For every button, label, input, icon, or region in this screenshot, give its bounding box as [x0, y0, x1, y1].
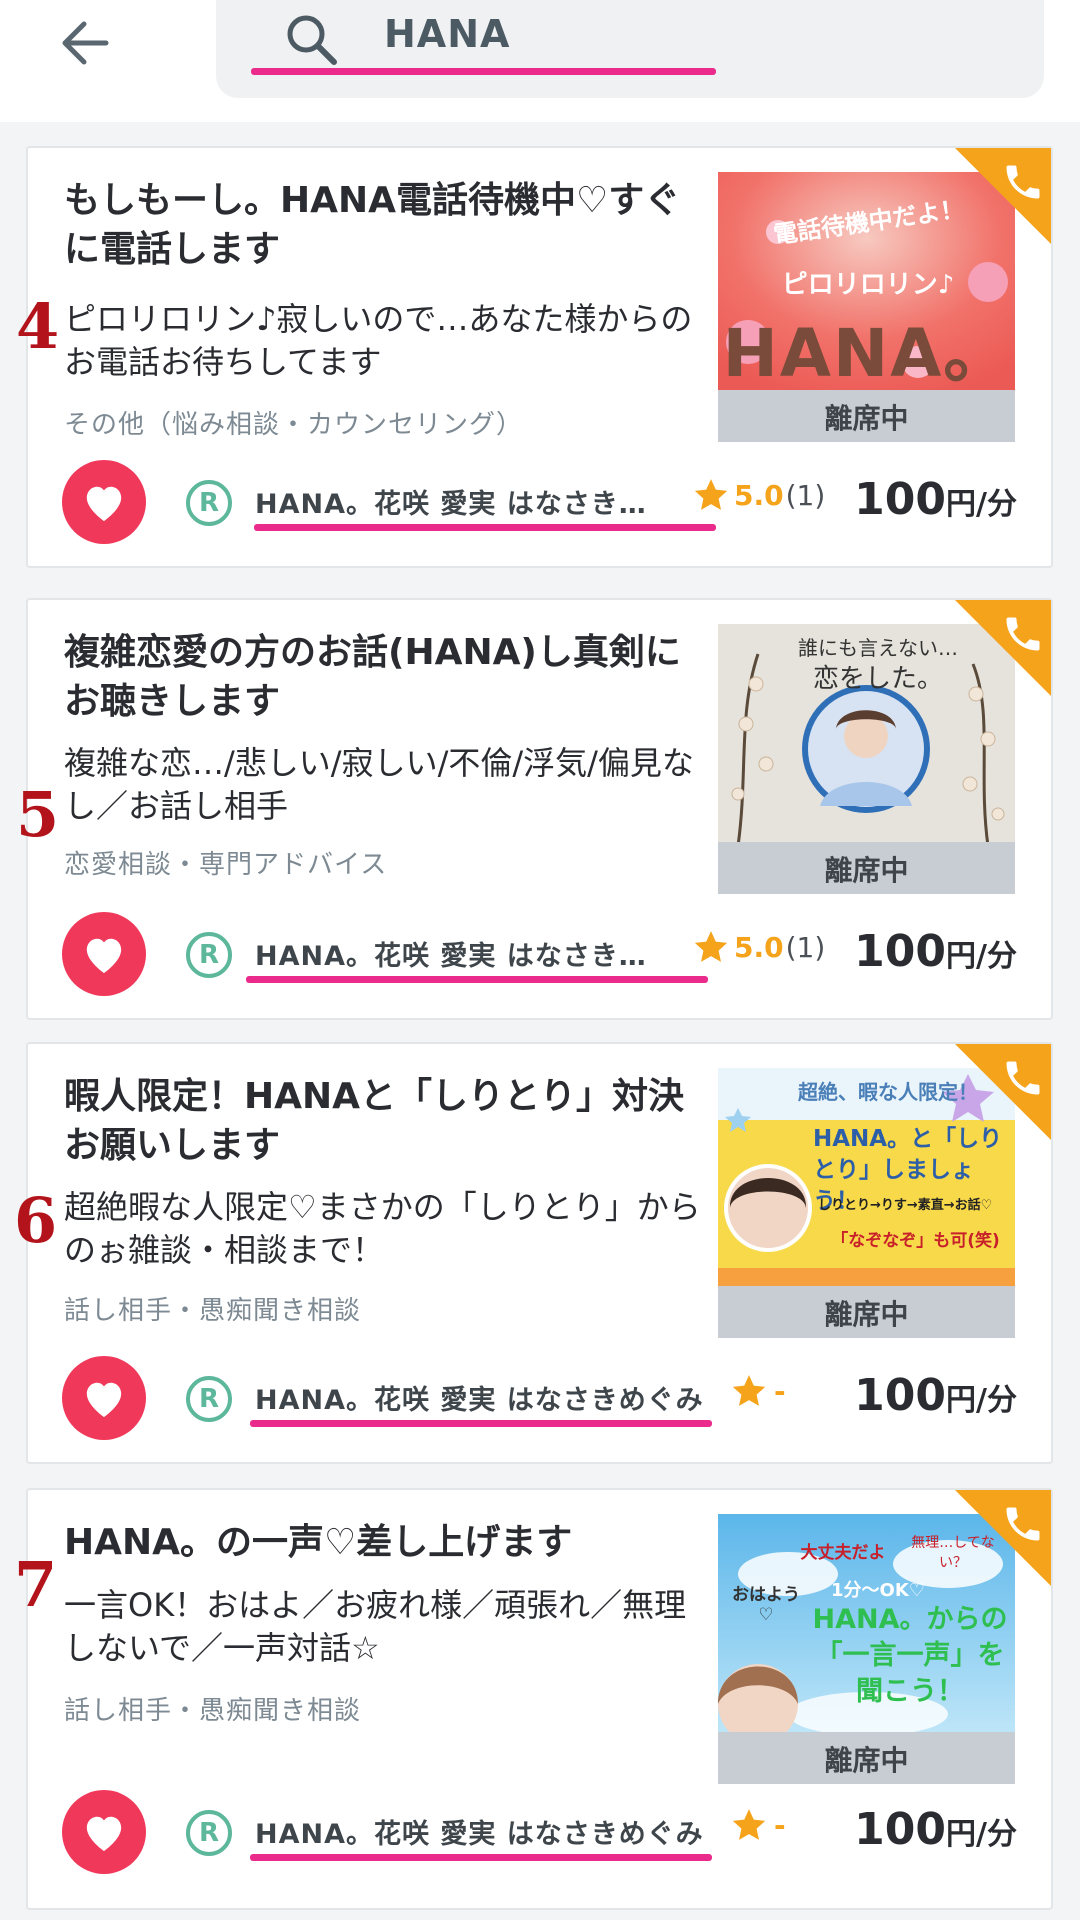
- status-label: 離席中: [718, 390, 1015, 442]
- rank-number: 7: [14, 1548, 58, 1621]
- rating-score: -: [774, 1808, 786, 1842]
- host-name-link[interactable]: HANA。花咲 愛実 はなさき…: [255, 482, 647, 521]
- rating-score: 5.0: [734, 478, 784, 512]
- search-field[interactable]: HANA: [216, 0, 1044, 98]
- heart-icon: [86, 486, 122, 522]
- heart-icon: [86, 938, 122, 974]
- rating-score: 5.0: [734, 930, 784, 964]
- status-label: 離席中: [718, 1732, 1015, 1784]
- search-icon: [287, 15, 337, 65]
- rating-count: (1): [785, 930, 826, 964]
- price: 100円/分: [854, 1370, 1017, 1421]
- host-name-link[interactable]: HANA。花咲 愛実 はなさきめぐみ: [255, 1812, 704, 1851]
- highlight-underline: [250, 1854, 712, 1861]
- listing-card[interactable]: HANA。の一声♡差し上げます 一言OK！おはよ／お疲れ様／頑張れ／無理しないで…: [14, 1488, 1053, 1910]
- phone-icon: [1006, 1061, 1040, 1095]
- rating: -: [730, 1372, 786, 1410]
- price-value: 100: [854, 926, 947, 977]
- listing-description: 一言OK！おはよ／お疲れ様／頑張れ／無理しないで／一声対話☆: [64, 1586, 687, 1667]
- phone-icon: [1006, 165, 1040, 199]
- rating: 5.0 (1): [692, 928, 825, 966]
- price-value: 100: [854, 474, 947, 525]
- back-button[interactable]: [50, 8, 120, 78]
- listing-card[interactable]: 暇人限定！HANAと「しりとり」対決お願いします 超絶暇な人限定♡まさかの「しり…: [14, 1042, 1053, 1464]
- status-label: 離席中: [718, 842, 1015, 894]
- price: 100円/分: [854, 926, 1017, 977]
- highlight-underline: [250, 1420, 712, 1427]
- back-arrow-icon: [62, 21, 109, 65]
- thumbnail-caption: ピロリロリン♪: [781, 270, 955, 300]
- host-name-link[interactable]: HANA。花咲 愛実 はなさき…: [255, 934, 647, 973]
- thumbnail-caption: おはよう♡: [732, 1585, 800, 1625]
- phone-badge: [955, 1490, 1051, 1586]
- rank-number: 5: [16, 778, 60, 851]
- thumbnail-caption: 誰にも言えない…: [798, 636, 958, 660]
- registered-badge-icon: R: [186, 1376, 232, 1422]
- highlight-underline: [254, 524, 716, 531]
- top-bar: HANA: [0, 0, 1080, 122]
- price: 100円/分: [854, 1804, 1017, 1855]
- thumbnail-caption: HANA。: [722, 315, 1012, 392]
- phone-badge: [955, 600, 1051, 696]
- star-icon: [694, 931, 728, 962]
- price-value: 100: [854, 1370, 947, 1421]
- favorite-button[interactable]: [62, 912, 146, 996]
- listing-card[interactable]: もしもーし。HANA電話待機中♡すぐに電話します ピロリロリン♪寂しいので…あな…: [16, 146, 1053, 568]
- listing-description: 複雑な恋…/悲しい/寂しい/不倫/浮気/偏見なし／お話し相手: [64, 744, 694, 825]
- thumbnail-caption: 大丈夫だよ: [800, 1543, 886, 1563]
- star-icon: [694, 479, 728, 510]
- listing-card[interactable]: 複雑恋愛の方のお話(HANA)し真剣にお聴きします 複雑な恋…/悲しい/寂しい/…: [16, 598, 1053, 1020]
- listing-category: 話し相手・愚痴聞き相談: [64, 1296, 362, 1326]
- price-unit: 円/分: [946, 1817, 1017, 1852]
- star-icon: [732, 1809, 766, 1840]
- rating: -: [730, 1806, 786, 1844]
- listing-title[interactable]: もしもーし。HANA電話待機中♡すぐに電話します: [64, 176, 684, 274]
- highlight-underline: [246, 976, 708, 983]
- listing-description: 超絶暇な人限定♡まさかの「しりとり」からのぉ雑談・相談まで！: [64, 1188, 701, 1269]
- price-unit: 円/分: [946, 1383, 1017, 1418]
- favorite-button[interactable]: [62, 460, 146, 544]
- rank-number: 4: [16, 290, 60, 363]
- phone-badge: [955, 1044, 1051, 1140]
- phone-icon: [1006, 1507, 1040, 1541]
- price: 100円/分: [854, 474, 1017, 525]
- highlight-underline: [251, 68, 716, 75]
- listing-title[interactable]: 複雑恋愛の方のお話(HANA)し真剣にお聴きします: [64, 628, 684, 726]
- price-unit: 円/分: [946, 487, 1017, 522]
- favorite-button[interactable]: [62, 1356, 146, 1440]
- listing-title[interactable]: HANA。の一声♡差し上げます: [64, 1518, 684, 1567]
- rating-count: (1): [785, 478, 826, 512]
- rating: 5.0 (1): [692, 476, 825, 514]
- listing-description: ピロリロリン♪寂しいので…あなた様からのお電話お待ちしてます: [64, 300, 693, 381]
- thumbnail-caption: HANA。からの「一言一声」を聞こう！: [812, 1604, 1008, 1707]
- heart-icon: [86, 1382, 122, 1418]
- thumbnail-caption: 恋をした。: [812, 664, 943, 694]
- registered-badge-icon: R: [186, 1810, 232, 1856]
- search-query[interactable]: HANA: [384, 12, 510, 56]
- status-label: 離席中: [718, 1286, 1015, 1338]
- rating-score: -: [774, 1374, 786, 1408]
- heart-icon: [86, 1816, 122, 1852]
- rank-number: 6: [14, 1184, 58, 1257]
- phone-icon: [1006, 617, 1040, 651]
- registered-badge-icon: R: [186, 480, 232, 526]
- thumbnail-caption: しりとり→りす→素直→お話♡: [818, 1198, 993, 1213]
- star-icon: [732, 1375, 766, 1406]
- listing-category: 恋愛相談・専門アドバイス: [64, 850, 388, 880]
- host-name-link[interactable]: HANA。花咲 愛実 はなさきめぐみ: [255, 1378, 704, 1417]
- phone-badge: [955, 148, 1051, 244]
- favorite-button[interactable]: [62, 1790, 146, 1874]
- listing-category: その他（悩み相談・カウンセリング）: [64, 410, 524, 440]
- thumbnail-caption: 1分〜OK♡: [831, 1580, 925, 1601]
- registered-badge-icon: R: [186, 932, 232, 978]
- price-unit: 円/分: [946, 939, 1017, 974]
- thumbnail-caption: 「なぞなぞ」も可(笑): [831, 1231, 1000, 1251]
- listing-title[interactable]: 暇人限定！HANAと「しりとり」対決お願いします: [64, 1072, 684, 1170]
- listing-category: 話し相手・愚痴聞き相談: [64, 1696, 362, 1726]
- price-value: 100: [854, 1804, 947, 1855]
